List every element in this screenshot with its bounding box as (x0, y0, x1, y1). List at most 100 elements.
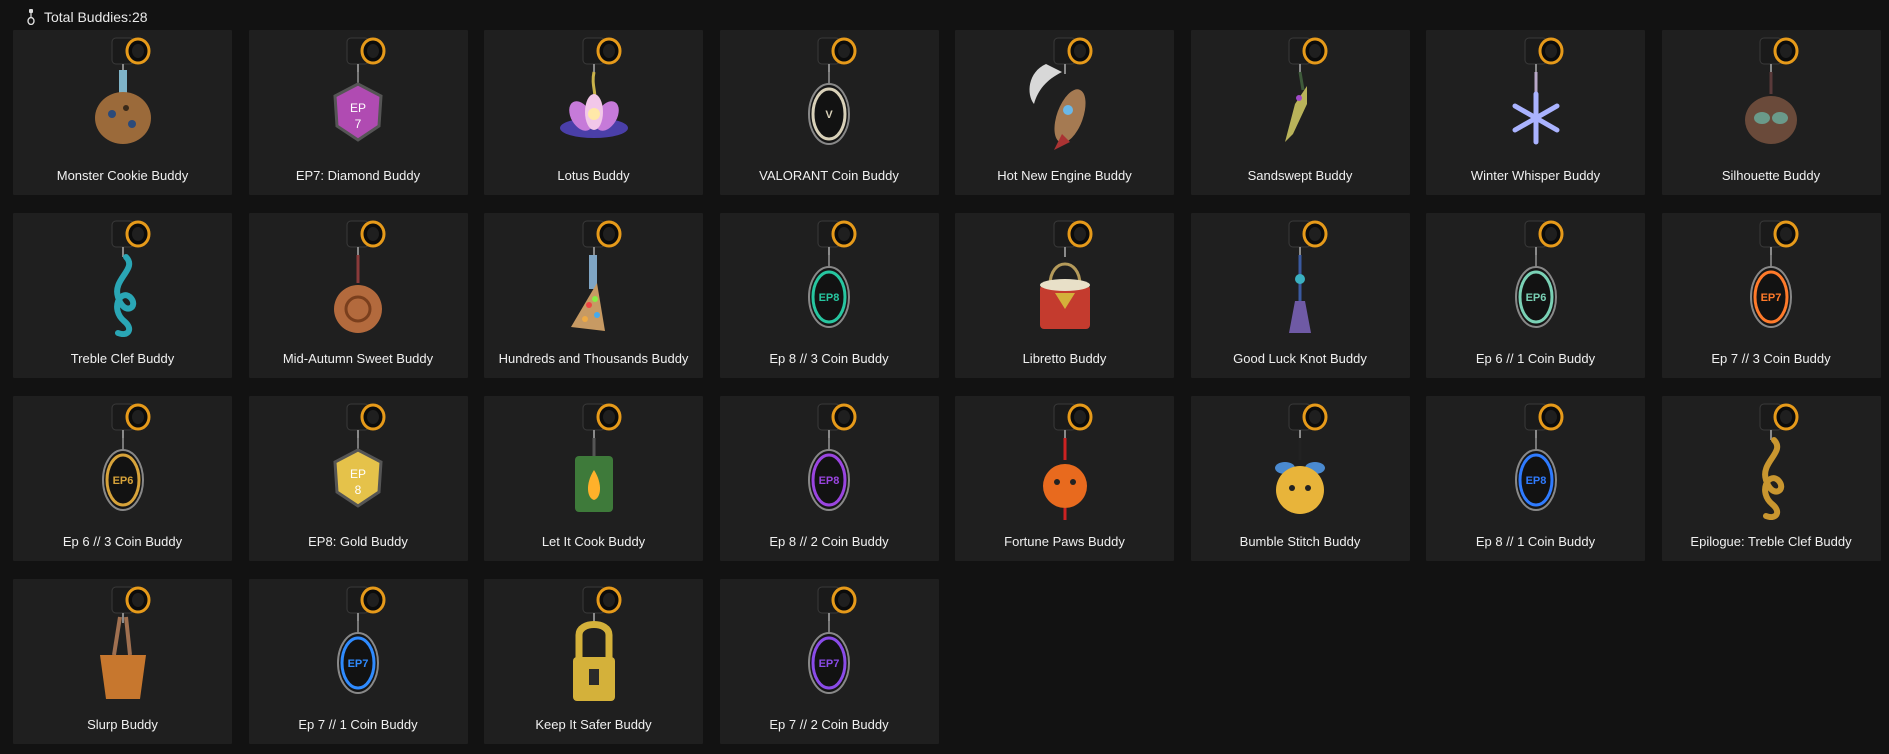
buddy-card[interactable]: EP 8 EP8: Gold Buddy (248, 396, 468, 561)
buddy-card[interactable]: EP6 Ep 6 // 1 Coin Buddy (1426, 213, 1645, 378)
buddy-card[interactable]: EP8 Ep 8 // 3 Coin Buddy (719, 213, 939, 378)
buddy-charm-image: EP7 (1750, 220, 1799, 328)
buddy-keychain-icon (27, 9, 35, 25)
buddy-card[interactable]: Sandswept Buddy (1190, 30, 1410, 195)
buddy-card[interactable]: EP6 Ep 6 // 3 Coin Buddy (13, 396, 232, 561)
buddy-name: Fortune Paws Buddy (1004, 534, 1125, 549)
svg-text:EP: EP (350, 101, 366, 115)
buddy-charm-image (1042, 403, 1092, 520)
buddy-card[interactable]: Good Luck Knot Buddy (1190, 213, 1410, 378)
buddy-card[interactable]: Epilogue: Treble Clef Buddy (1661, 396, 1881, 561)
svg-text:EP6: EP6 (112, 475, 133, 487)
svg-text:8: 8 (355, 483, 362, 497)
buddy-name: Ep 7 // 1 Coin Buddy (298, 717, 418, 732)
buddy-charm-image (1039, 220, 1092, 329)
svg-text:EP6: EP6 (1525, 292, 1546, 304)
buddy-card[interactable]: EP8 Ep 8 // 1 Coin Buddy (1426, 396, 1645, 561)
buddy-charm-image: EP 7 (333, 37, 386, 142)
buddy-name: Ep 8 // 2 Coin Buddy (769, 534, 889, 549)
buddy-charm-image (1275, 403, 1328, 514)
total-buddies-label: Total Buddies:28 (44, 9, 148, 25)
buddy-name: Ep 7 // 2 Coin Buddy (769, 717, 889, 732)
buddy-charm-image (1759, 403, 1799, 520)
buddy-charm-image (572, 586, 621, 701)
buddy-card[interactable]: EP 7 EP7: Diamond Buddy (248, 30, 468, 195)
svg-text:V: V (825, 109, 833, 121)
buddy-card[interactable]: Keep It Safer Buddy (484, 579, 703, 744)
buddy-name: Slurp Buddy (87, 717, 158, 732)
buddy-charm-image (1285, 37, 1328, 142)
buddy-card[interactable]: Hundreds and Thousands Buddy (484, 213, 703, 378)
buddy-charm-image (570, 220, 621, 331)
buddy-charm-image (111, 220, 150, 337)
buddy-name: Hot New Engine Buddy (997, 168, 1132, 183)
buddy-charm-image (94, 37, 151, 144)
buddy-name: Ep 8 // 3 Coin Buddy (769, 351, 889, 366)
buddy-name: Ep 7 // 3 Coin Buddy (1711, 351, 1831, 366)
buddy-card[interactable]: Mid-Autumn Sweet Buddy (248, 213, 468, 378)
buddy-card[interactable]: Bumble Stitch Buddy (1190, 396, 1410, 561)
svg-text:EP7: EP7 (348, 658, 369, 670)
buddy-card[interactable]: EP7 Ep 7 // 3 Coin Buddy (1661, 213, 1881, 378)
buddy-charm-image (99, 586, 150, 699)
buddy-name: Good Luck Knot Buddy (1233, 351, 1367, 366)
buddy-charm-image: EP8 (1514, 403, 1563, 511)
buddy-card[interactable]: EP7 Ep 7 // 1 Coin Buddy (248, 579, 468, 744)
buddy-charm-image: EP 8 (333, 403, 386, 508)
svg-text:EP8: EP8 (819, 475, 840, 487)
buddy-card[interactable]: Winter Whisper Buddy (1426, 30, 1645, 195)
svg-text:EP: EP (350, 467, 366, 481)
buddy-name: EP7: Diamond Buddy (295, 168, 421, 183)
buddy-name: Epilogue: Treble Clef Buddy (1690, 534, 1852, 549)
buddy-charm-image: EP6 (101, 403, 150, 511)
buddy-name: Mid-Autumn Sweet Buddy (282, 351, 434, 366)
buddy-card[interactable]: Slurp Buddy (13, 579, 232, 744)
buddy-card[interactable]: Let It Cook Buddy (484, 396, 703, 561)
svg-text:EP7: EP7 (819, 658, 840, 670)
buddy-name: Ep 8 // 1 Coin Buddy (1475, 534, 1596, 549)
buddy-card[interactable]: EP8 Ep 8 // 2 Coin Buddy (719, 396, 939, 561)
buddy-name: Treble Clef Buddy (70, 351, 175, 366)
buddy-charm-image (1029, 37, 1092, 150)
buddy-charm-image: V (808, 37, 857, 145)
buddy-card[interactable]: Silhouette Buddy (1661, 30, 1881, 195)
buddy-card[interactable]: EP7 Ep 7 // 2 Coin Buddy (719, 579, 939, 744)
buddy-charm-image: EP8 (808, 220, 857, 328)
buddy-card[interactable]: Libretto Buddy (955, 213, 1174, 378)
buddy-name: Lotus Buddy (557, 168, 630, 183)
buddy-name: Hundreds and Thousands Buddy (498, 351, 689, 366)
buddy-grid: Monster Cookie Buddy EP 7 EP7: Diamond Bu… (13, 30, 1881, 744)
buddy-charm-image (1512, 37, 1563, 145)
buddy-charm-image (1745, 37, 1799, 144)
svg-text:7: 7 (355, 117, 362, 131)
buddy-name: Libretto Buddy (1022, 351, 1107, 366)
buddy-name: Monster Cookie Buddy (56, 168, 189, 183)
buddy-count-header: Total Buddies:28 (26, 8, 148, 26)
buddy-charm-image: EP7 (808, 586, 857, 694)
buddy-name: Ep 6 // 3 Coin Buddy (62, 534, 183, 549)
svg-text:EP7: EP7 (1761, 292, 1782, 304)
buddy-name: Sandswept Buddy (1247, 168, 1353, 183)
buddy-charm-image: EP8 (808, 403, 857, 511)
buddy-name: Ep 6 // 1 Coin Buddy (1475, 351, 1596, 366)
buddy-name: Keep It Safer Buddy (535, 717, 652, 732)
svg-text:EP8: EP8 (1525, 475, 1546, 487)
buddy-charm-image: EP6 (1514, 220, 1563, 328)
buddy-name: VALORANT Coin Buddy (759, 168, 899, 183)
buddy-card[interactable]: V VALORANT Coin Buddy (719, 30, 939, 195)
buddy-name: Bumble Stitch Buddy (1239, 534, 1361, 549)
buddy-name: Silhouette Buddy (1721, 168, 1821, 183)
svg-text:EP8: EP8 (819, 292, 840, 304)
buddy-charm-image (559, 37, 628, 138)
buddy-card[interactable]: Lotus Buddy (484, 30, 703, 195)
buddy-card[interactable]: Hot New Engine Buddy (955, 30, 1174, 195)
buddy-name: EP8: Gold Buddy (308, 534, 408, 549)
buddy-charm-image (574, 403, 621, 512)
buddy-card[interactable]: Treble Clef Buddy (13, 213, 232, 378)
buddy-name: Winter Whisper Buddy (1470, 168, 1601, 183)
buddy-name: Let It Cook Buddy (541, 534, 646, 549)
buddy-card[interactable]: Fortune Paws Buddy (955, 396, 1174, 561)
buddy-charm-image: EP7 (337, 586, 386, 694)
buddy-charm-image (1288, 220, 1328, 333)
buddy-card[interactable]: Monster Cookie Buddy (13, 30, 232, 195)
